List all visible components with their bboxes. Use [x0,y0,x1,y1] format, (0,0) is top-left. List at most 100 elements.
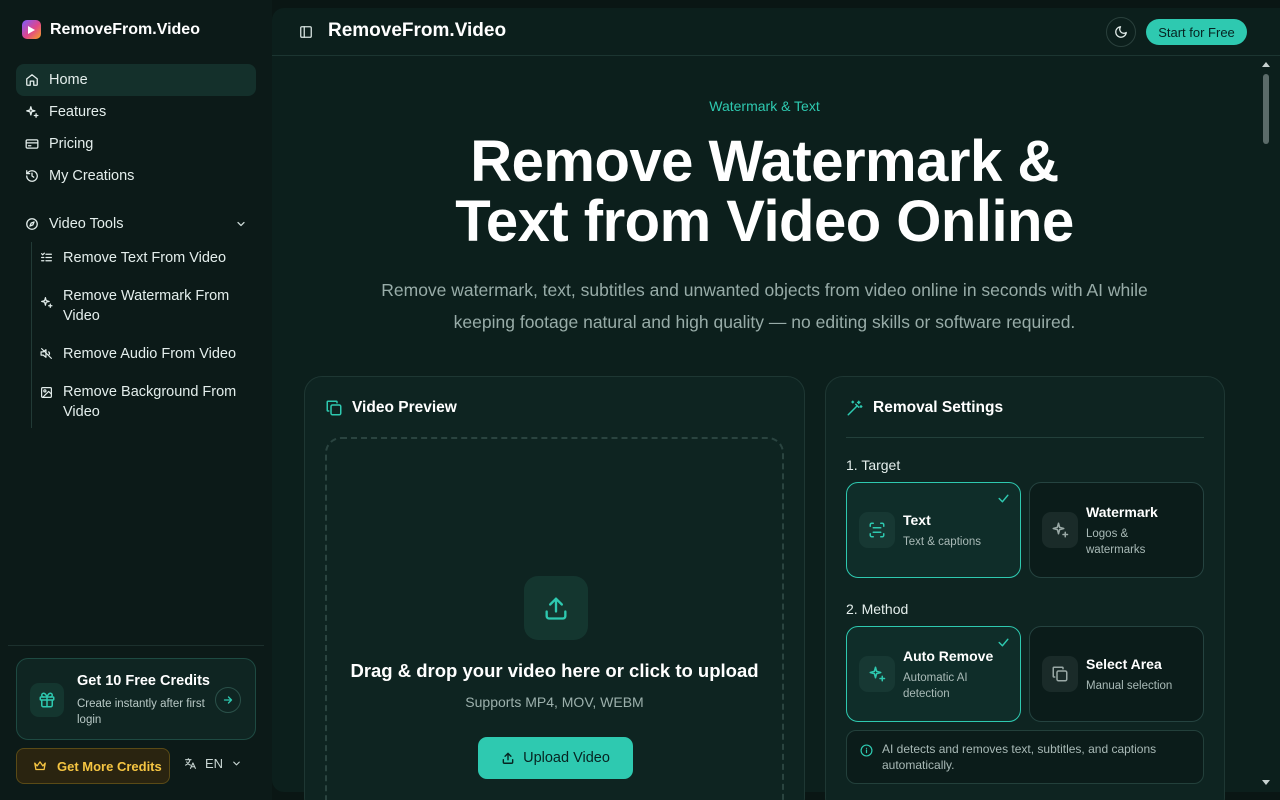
nav-item-my-creations[interactable]: My Creations [16,160,256,192]
hero-title: Remove Watermark & Text from Video Onlin… [272,132,1257,252]
credits-arrow-button[interactable] [215,687,241,713]
volume-off-icon [40,348,52,359]
nav-item-pricing[interactable]: Pricing [16,128,256,160]
sidebar-item-label: Remove Audio From Video [63,346,237,362]
chevron-down-icon [237,221,245,227]
sidebar-item-label: Remove Text From Video [63,250,227,266]
video-preview-heading: Video Preview [352,399,457,416]
option-title: Watermark [1086,504,1158,520]
page-title: RemoveFrom.Video [328,20,507,41]
hero-title-line-2: Text from Video Online [455,189,1074,254]
sidebar-toggle-icon[interactable] [299,25,313,44]
history-icon [26,170,38,182]
option-title: Auto Remove [903,648,994,664]
method-option-select-area[interactable]: Select Area Manual selection [1029,626,1204,722]
nav-label: Pricing [49,136,94,152]
target-option-watermark[interactable]: Watermark Logos & watermarks [1029,482,1204,578]
credits-title: Get 10 Free Credits [77,673,210,689]
free-credits-card[interactable]: Get 10 Free Credits Create instantly aft… [16,658,256,740]
nav-label: Features [49,104,107,120]
copy-icon [1042,656,1078,692]
video-tools-toggle[interactable]: Video Tools [16,208,256,240]
main-panel: RemoveFrom.Video Start for Free Watermar… [272,8,1280,800]
sidebar-item-remove-audio[interactable]: Remove Audio From Video [32,338,256,370]
home-icon [26,74,38,86]
scroll-down-arrow[interactable] [1262,780,1270,785]
upload-video-button[interactable]: Upload Video [478,737,633,779]
scrollbar[interactable] [1260,56,1274,792]
list-icon [41,252,52,262]
option-title: Text [903,512,931,528]
video-tools-list: Remove Text From Video Remove Watermark … [31,242,256,428]
target-option-text[interactable]: Text Text & captions [846,482,1021,578]
method-option-auto-remove[interactable]: Auto Remove Automatic AI detection [846,626,1021,722]
removal-settings-header: Removal Settings [846,399,1003,417]
crown-icon [34,761,46,771]
removal-settings-heading: Removal Settings [873,399,1004,416]
topbar: RemoveFrom.Video Start for Free [272,8,1280,56]
option-description: Automatic AI detection [903,672,968,700]
sidebar: RemoveFrom.Video Home Features Pricing M… [0,0,272,800]
video-tools-label: Video Tools [49,216,124,232]
sidebar-divider [8,645,264,646]
video-dropzone[interactable]: Drag & drop your video here or click to … [325,437,784,800]
sidebar-item-remove-background[interactable]: Remove Background From Video [32,376,256,428]
sidebar-item-remove-text[interactable]: Remove Text From Video [32,242,256,274]
upload-icon [524,576,588,640]
dropzone-formats: Supports MP4, MOV, WEBM [465,694,644,710]
video-preview-card: Video Preview Drag & drop your video her… [304,376,805,800]
sidebar-item-remove-watermark[interactable]: Remove Watermark From Video [32,280,256,332]
nav-label: Home [49,72,88,88]
method-info-box: AI detects and removes text, subtitles, … [846,730,1204,784]
credit-card-icon [25,139,39,149]
brand-logo-icon [22,20,41,39]
scan-text-icon [859,512,895,548]
hero-eyebrow: Watermark & Text [709,98,820,114]
start-for-free-button[interactable]: Start for Free [1146,19,1247,45]
sidebar-item-label: Remove Background From Video [63,384,237,420]
language-label: EN [205,756,224,771]
sparkles-icon [859,656,895,692]
option-description: Manual selection [1086,680,1173,692]
scroll-thumb[interactable] [1263,74,1269,144]
sparkles-icon [26,106,39,118]
sparkles-icon [41,297,53,308]
hero-subtitle: Remove watermark, text, subtitles and un… [381,280,1148,332]
settings-divider [846,437,1204,438]
copy-icon [326,400,342,416]
magic-wand-icon [847,400,863,416]
compass-icon [26,218,38,230]
method-info-text: AI detects and removes text, subtitles, … [882,742,1157,772]
nav-item-features[interactable]: Features [16,96,256,128]
moon-icon [1115,26,1127,38]
info-icon [860,744,873,757]
chevron-down-icon [233,761,240,766]
get-more-credits-label: Get More Credits [57,758,162,774]
gift-icon [30,683,64,717]
removal-settings-card: Removal Settings 1. Target Text Text & c… [825,376,1225,800]
nav-item-home[interactable]: Home [16,64,256,96]
upload-video-label: Upload Video [523,750,610,766]
nav-label: My Creations [49,168,135,184]
option-description: Text & captions [903,536,981,548]
check-icon [998,638,1009,647]
option-description: Logos & watermarks [1086,528,1146,556]
sidebar-item-label: Remove Watermark From Video [63,288,230,324]
language-selector[interactable]: EN [184,756,242,771]
get-more-credits-button[interactable]: Get More Credits [16,748,170,784]
main-nav: Home Features Pricing My Creations [16,64,256,192]
translate-icon [185,758,196,769]
brand-name: RemoveFrom.Video [50,20,200,38]
dropzone-title: Drag & drop your video here or click to … [350,660,759,681]
brand[interactable]: RemoveFrom.Video [22,20,200,39]
video-preview-header: Video Preview [325,399,457,417]
credits-subtitle: Create instantly after first login [77,698,205,726]
image-icon [41,387,52,398]
scroll-up-arrow[interactable] [1262,62,1270,67]
hero-title-line-1: Remove Watermark & [470,129,1059,194]
upload-small-icon [502,752,514,764]
theme-toggle-button[interactable] [1106,17,1136,47]
arrow-right-icon [223,696,233,704]
option-title: Select Area [1086,656,1162,672]
check-icon [998,494,1009,503]
